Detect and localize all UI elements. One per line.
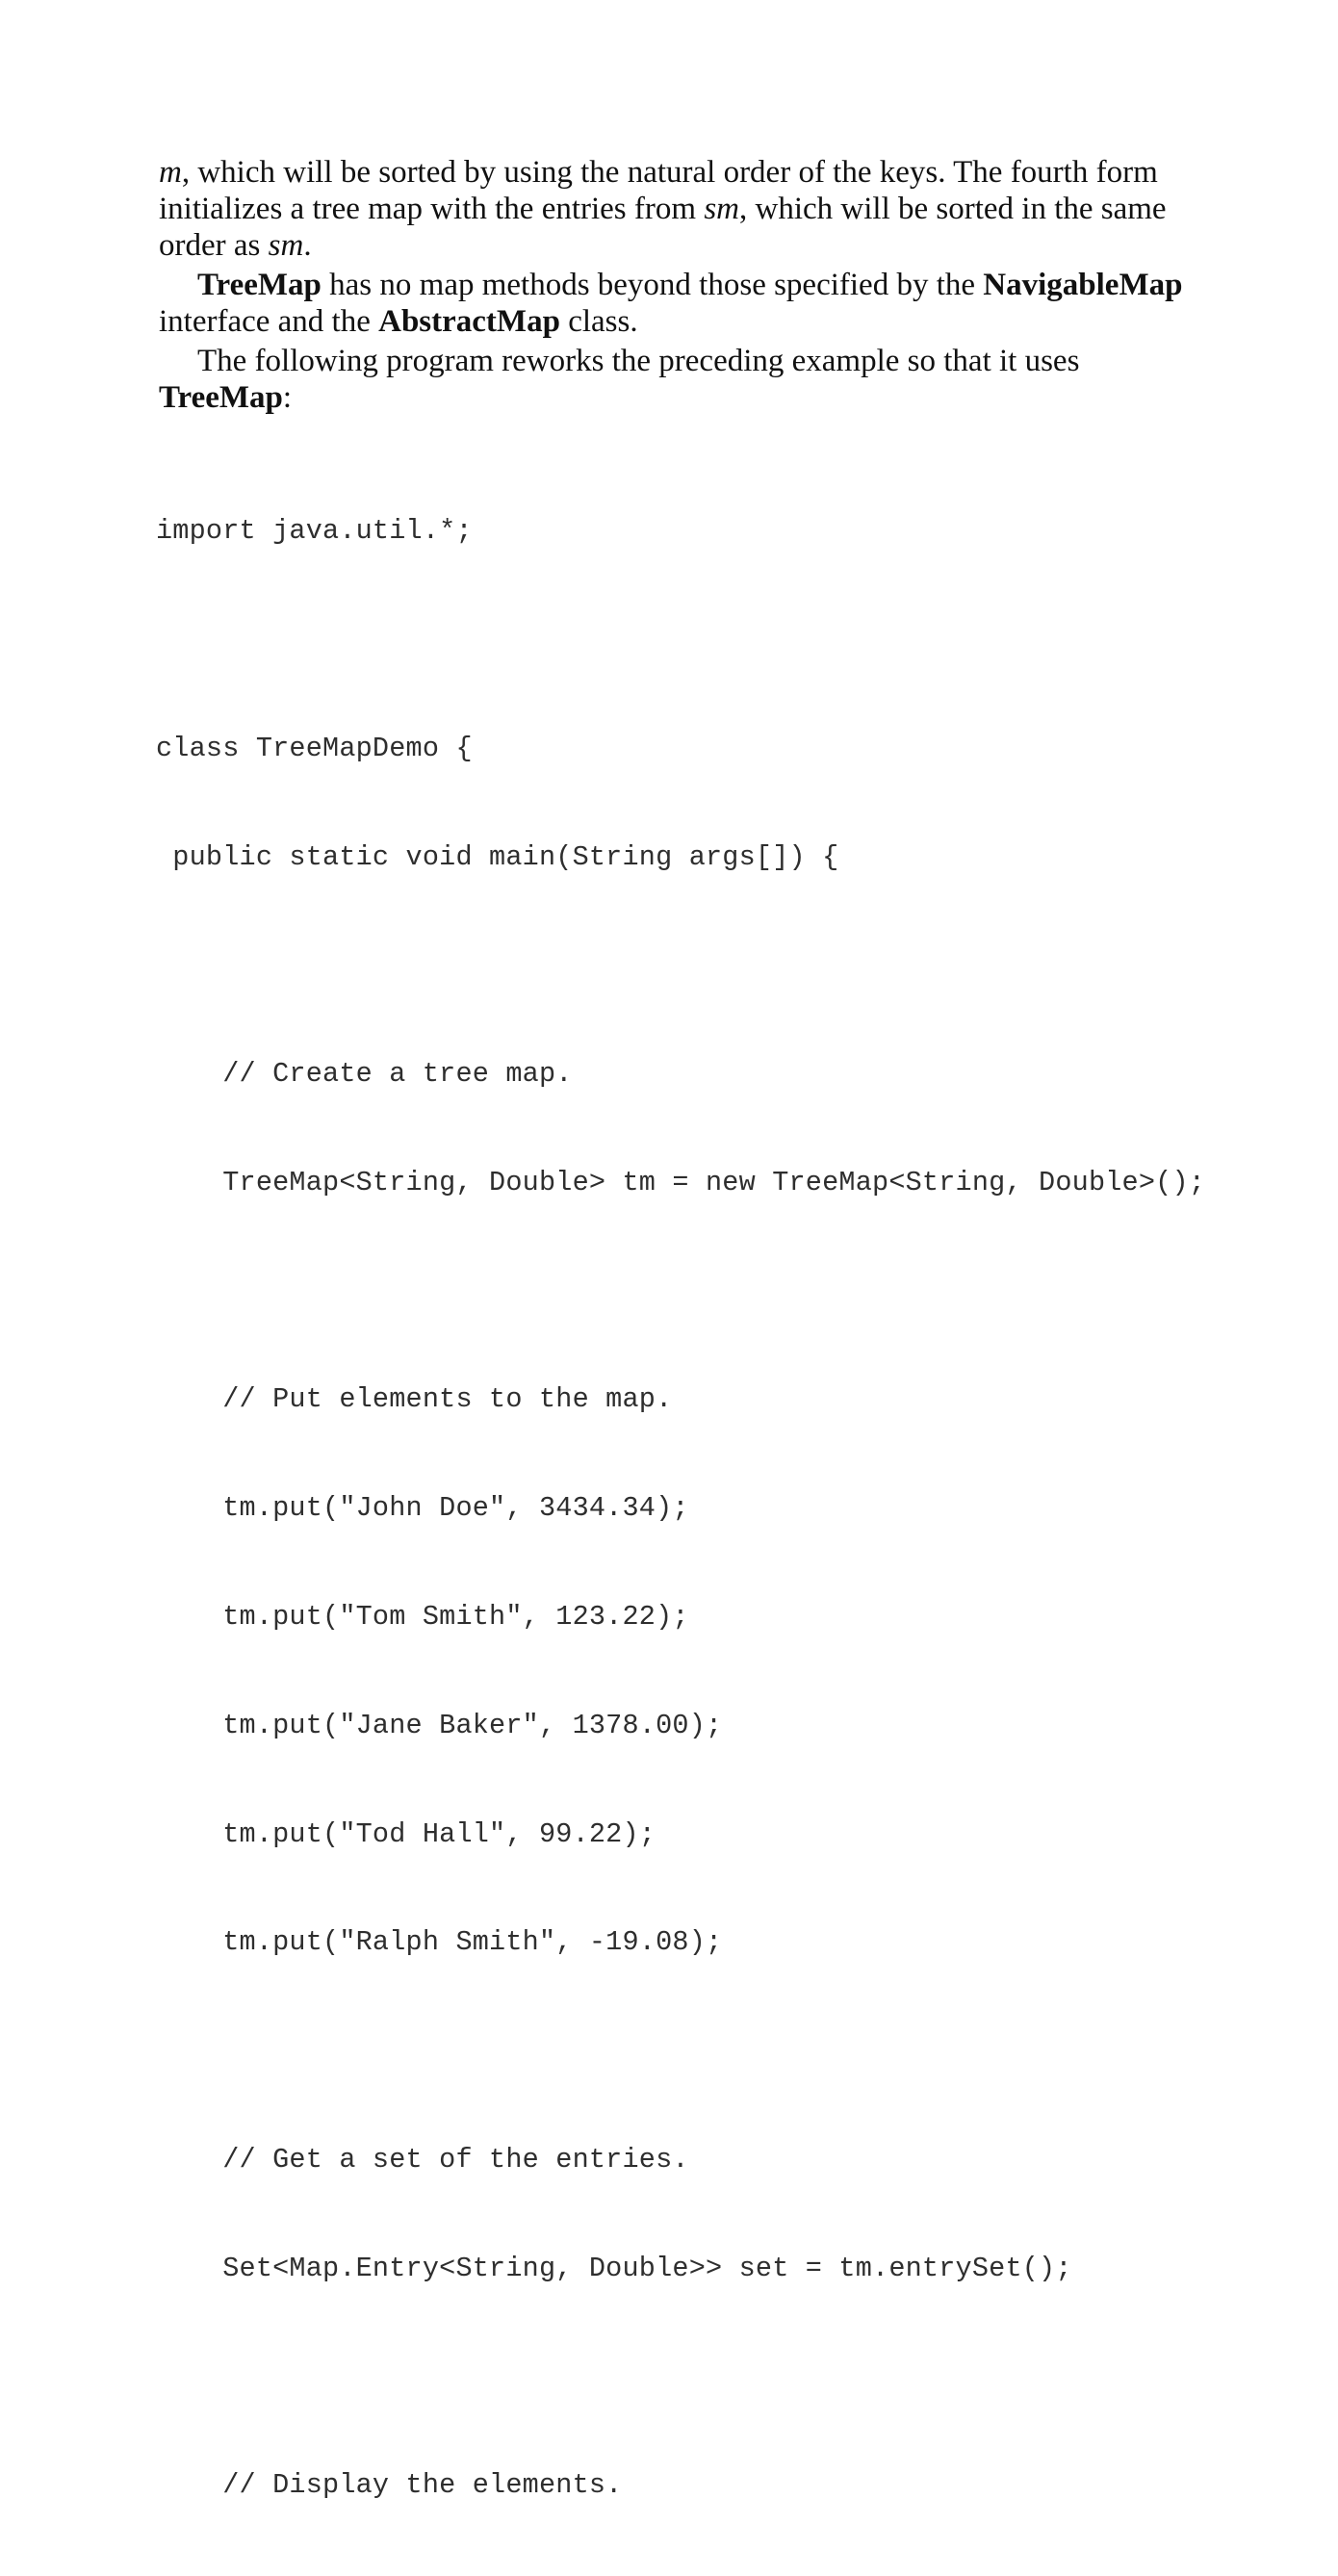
paragraph-constructors: m, which will be sorted by using the nat… — [159, 155, 1167, 263]
document-page: m, which will be sorted by using the nat… — [0, 0, 1338, 2501]
term-abstractmap: AbstractMap — [378, 304, 560, 339]
code-line: tm.put("Tom Smith", 123.22); — [156, 1601, 689, 1633]
body-text: m, which will be sorted by using the nat… — [159, 154, 1198, 419]
term-treemap: TreeMap — [197, 268, 322, 302]
code-line: // Display the elements. — [156, 2469, 623, 2502]
code-line: // Get a set of the entries. — [156, 2143, 689, 2176]
var-sm: sm — [268, 228, 304, 263]
code-line: class TreeMapDemo { — [156, 732, 473, 764]
code-line: import java.util.*; — [156, 515, 473, 548]
code-line: TreeMap<String, Double> tm = new TreeMap… — [156, 1166, 1206, 1198]
var-m: m — [159, 155, 182, 190]
code-line: // Put elements to the map. — [156, 1383, 673, 1416]
code-line: Set<Map.Entry<String, Double>> set = tm.… — [156, 2252, 1072, 2284]
paragraph-intro-program: The following program reworks the preced… — [159, 344, 1080, 415]
term-treemap: TreeMap — [159, 380, 283, 415]
code-line: // Create a tree map. — [156, 1058, 573, 1091]
paragraph-methods: TreeMap has no map methods beyond those … — [159, 268, 1183, 339]
code-listing: import java.util.*; class TreeMapDemo { … — [156, 441, 1253, 2576]
code-line: tm.put("Jane Baker", 1378.00); — [156, 1709, 723, 1741]
code-line: public static void main(String args[]) { — [156, 840, 839, 873]
term-navigablemap: NavigableMap — [983, 268, 1183, 302]
code-line: tm.put("Tod Hall", 99.22); — [156, 1817, 656, 1850]
var-sm: sm — [704, 192, 739, 226]
code-line: tm.put("Ralph Smith", -19.08); — [156, 1926, 723, 1959]
code-line: tm.put("John Doe", 3434.34); — [156, 1492, 689, 1525]
